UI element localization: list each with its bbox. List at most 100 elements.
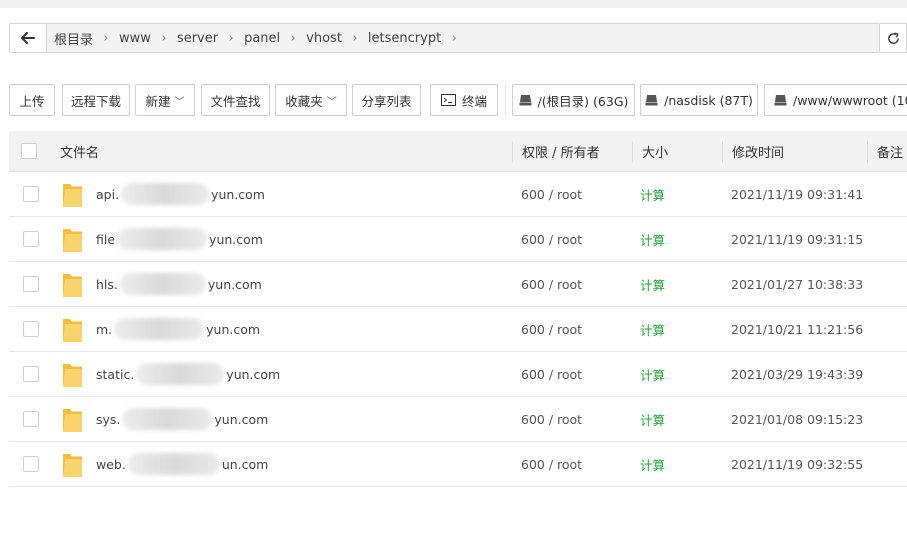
file-table: 文件名 权限 / 所有者 大小 修改时间 备注 api. yun.com 600 /… (9, 131, 907, 487)
file-search-button[interactable]: 文件查找 (201, 84, 270, 116)
file-mtime: 2021/01/08 09:15:23 (731, 411, 864, 427)
file-name[interactable]: file yun.com (96, 217, 263, 261)
file-name[interactable]: web. un.com (96, 442, 268, 486)
header-permission[interactable]: 权限 / 所有者 (522, 131, 600, 171)
disk-wwwroot-button[interactable]: /www/wwwroot (10 (764, 84, 907, 116)
file-mtime: 2021/03/29 19:43:39 (731, 366, 864, 382)
upload-button[interactable]: 上传 (9, 84, 55, 116)
redaction-blur (136, 363, 225, 385)
crumb-root[interactable]: 根目录 › (54, 29, 119, 48)
table-row[interactable]: file yun.com 600 / root 计算 2021/11/19 09:31:… (9, 217, 907, 262)
row-checkbox[interactable] (23, 456, 39, 472)
row-checkbox[interactable] (23, 186, 39, 202)
file-permission[interactable]: 600 / root (521, 307, 582, 351)
disk-root-button[interactable]: /(根目录) (63G) (512, 84, 635, 116)
file-name[interactable]: hls. yun.com (96, 262, 262, 306)
chevron-down-icon: ﹀ (174, 96, 185, 108)
back-button[interactable] (10, 24, 47, 52)
toolbar-divider (505, 86, 506, 114)
crumb-vhost[interactable]: vhost › (306, 31, 368, 46)
file-name[interactable]: m. yun.com (96, 307, 260, 351)
row-checkbox[interactable] (23, 276, 39, 292)
favorites-dropdown[interactable]: 收藏夹 ﹀ (275, 84, 347, 116)
table-row[interactable]: static. yun.com 600 / root 计算 2021/03/29 19:… (9, 352, 907, 397)
table-row[interactable]: web. un.com 600 / root 计算 2021/11/19 09:32:5… (9, 442, 907, 487)
calculate-size-link[interactable]: 计算 (640, 172, 665, 216)
select-all-checkbox[interactable] (21, 143, 37, 159)
folder-icon (63, 454, 82, 477)
file-permission[interactable]: 600 / root (521, 217, 582, 261)
calculate-size-link[interactable]: 计算 (640, 307, 665, 351)
file-permission[interactable]: 600 / root (521, 397, 582, 441)
column-divider (512, 141, 513, 163)
header-filename[interactable]: 文件名 (60, 131, 99, 171)
header-size[interactable]: 大小 (642, 131, 668, 171)
terminal-icon (440, 94, 456, 106)
crumb-server[interactable]: server › (177, 31, 244, 46)
row-checkbox[interactable] (23, 321, 39, 337)
folder-icon (63, 274, 82, 297)
chevron-right-icon: › (161, 30, 167, 46)
chevron-right-icon: › (228, 30, 234, 46)
table-row[interactable]: sys. yun.com 600 / root 计算 2021/01/08 09:15:… (9, 397, 907, 442)
table-row[interactable]: m. yun.com 600 / root 计算 2021/10/21 11:21:56 (9, 307, 907, 352)
calculate-size-link[interactable]: 计算 (640, 397, 665, 441)
chevron-right-icon: › (451, 30, 457, 46)
redaction-blur (114, 318, 205, 340)
folder-icon (63, 364, 82, 387)
chevron-right-icon: › (352, 30, 358, 46)
file-mtime: 2021/01/27 10:38:33 (731, 276, 864, 292)
file-mtime: 2021/11/19 09:32:55 (731, 456, 864, 472)
header-mtime[interactable]: 修改时间 (732, 131, 784, 171)
file-mtime: 2021/10/21 11:21:56 (731, 321, 864, 337)
disk-icon (645, 94, 658, 106)
share-list-button[interactable]: 分享列表 (352, 84, 421, 116)
calculate-size-link[interactable]: 计算 (640, 262, 665, 306)
redaction-blur (117, 228, 208, 250)
folder-icon (63, 319, 82, 342)
table-body: api. yun.com 600 / root 计算 2021/11/19 09:31:… (9, 172, 907, 487)
crumb-letsencrypt[interactable]: letsencrypt › (368, 31, 467, 46)
header-note[interactable]: 备注 (877, 131, 903, 171)
row-checkbox[interactable] (23, 231, 39, 247)
remote-download-button[interactable]: 远程下载 (62, 84, 130, 116)
breadcrumb: 根目录 › www › server › panel › vhost › letsencr… (54, 24, 467, 52)
file-permission[interactable]: 600 / root (521, 352, 582, 396)
refresh-button[interactable] (880, 23, 907, 53)
table-row[interactable]: api. yun.com 600 / root 计算 2021/11/19 09:31:… (9, 172, 907, 217)
new-dropdown[interactable]: 新建 ﹀ (135, 84, 195, 116)
folder-icon (63, 229, 82, 252)
disk-icon (519, 94, 532, 106)
arrow-left-icon (21, 32, 35, 44)
column-divider (722, 141, 723, 163)
file-permission[interactable]: 600 / root (521, 442, 582, 486)
terminal-button[interactable]: 终端 (430, 84, 498, 116)
file-permission[interactable]: 600 / root (521, 262, 582, 306)
column-divider (867, 141, 868, 163)
row-checkbox[interactable] (23, 411, 39, 427)
file-mtime: 2021/11/19 09:31:15 (731, 231, 864, 247)
path-bar: 根目录 › www › server › panel › vhost › letsencr… (9, 23, 880, 53)
column-divider (632, 141, 633, 163)
file-name[interactable]: api. yun.com (96, 172, 265, 216)
chevron-down-icon: ﹀ (326, 96, 337, 108)
file-mtime: 2021/11/19 09:31:41 (731, 186, 864, 202)
table-row[interactable]: hls. yun.com 600 / root 计算 2021/01/27 10:38:… (9, 262, 907, 307)
redaction-blur (119, 273, 206, 295)
refresh-icon (887, 31, 899, 44)
file-name[interactable]: static. yun.com (96, 352, 280, 396)
table-header: 文件名 权限 / 所有者 大小 修改时间 备注 (9, 131, 907, 172)
folder-icon (63, 409, 82, 432)
file-name[interactable]: sys. yun.com (96, 397, 268, 441)
calculate-size-link[interactable]: 计算 (640, 217, 665, 261)
disk-icon (774, 94, 787, 106)
crumb-www[interactable]: www › (119, 31, 177, 46)
calculate-size-link[interactable]: 计算 (640, 352, 665, 396)
toolbar: 上传 远程下载 新建 ﹀ 文件查找 收藏夹 ﹀ 分享列表 终端 /(根目录) (63… (9, 84, 907, 116)
file-permission[interactable]: 600 / root (521, 172, 582, 216)
disk-nasdisk-button[interactable]: /nasdisk (87T) (640, 84, 758, 116)
row-checkbox[interactable] (23, 366, 39, 382)
calculate-size-link[interactable]: 计算 (640, 442, 665, 486)
redaction-blur (122, 408, 213, 430)
crumb-panel[interactable]: panel › (244, 31, 306, 46)
